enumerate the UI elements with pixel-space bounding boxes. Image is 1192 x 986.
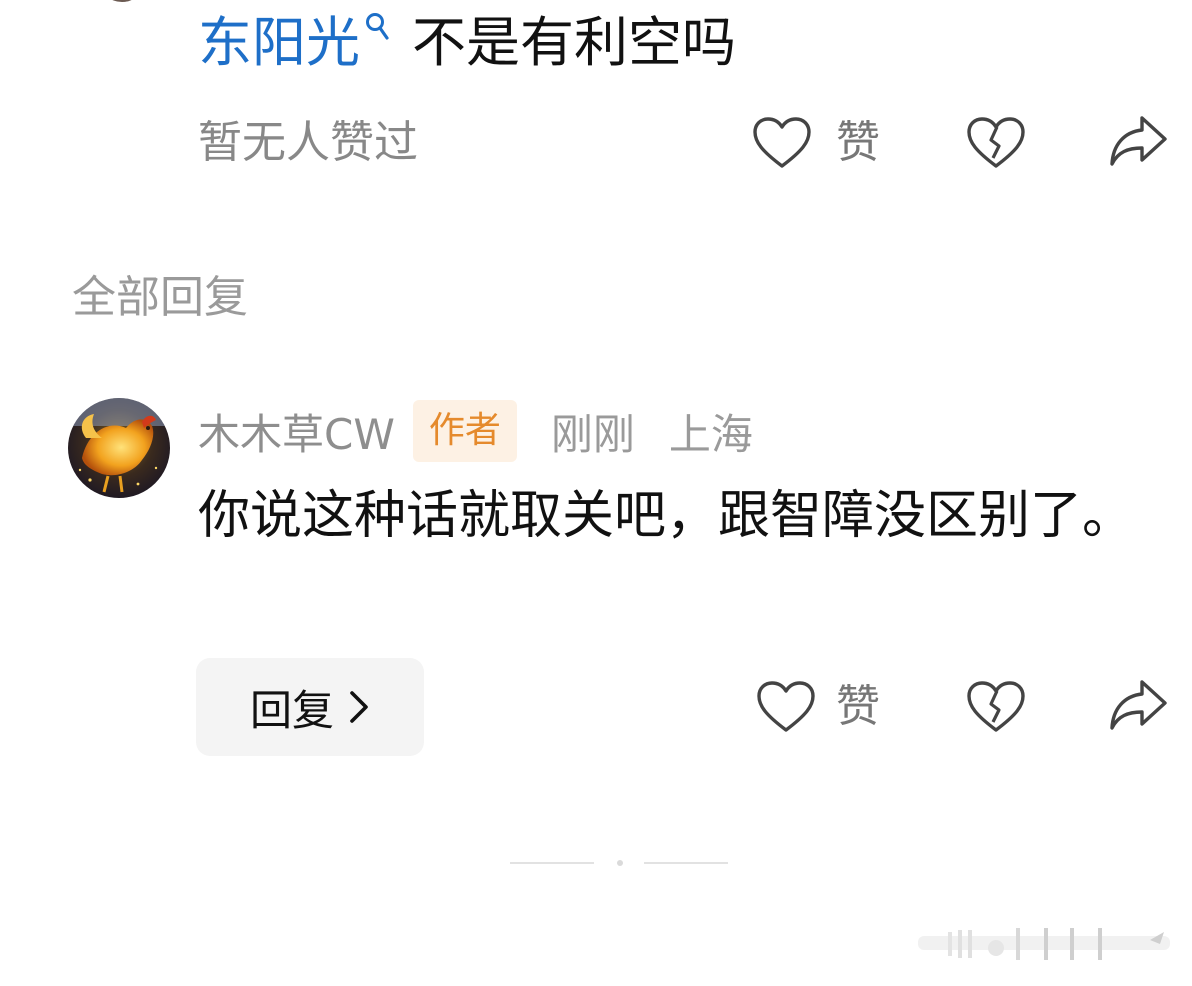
like-label[interactable]: 赞 <box>836 114 880 172</box>
reply-location: 上海 <box>668 409 753 459</box>
share-icon[interactable] <box>1108 678 1168 734</box>
heart-icon[interactable] <box>752 116 812 172</box>
heart-icon[interactable] <box>756 680 816 736</box>
author-badge: 作者 <box>412 400 517 462</box>
watermark <box>918 928 1170 960</box>
topic-link-label: 东阳光 <box>198 11 360 74</box>
like-label[interactable]: 赞 <box>836 678 880 736</box>
reply-button-label: 回复 <box>249 685 334 735</box>
search-icon <box>366 13 389 40</box>
reply-button[interactable]: 回复 <box>196 658 424 756</box>
username[interactable]: 木木草CW <box>198 401 395 462</box>
reply-text: 你说这种话就取关吧，跟智障没区别了。 <box>198 486 1135 546</box>
reply-time: 刚刚 <box>550 409 635 459</box>
avatar[interactable] <box>68 398 170 498</box>
reply-meta: 木木草CW 作者 刚刚 上海 <box>198 400 753 462</box>
previous-avatar-remnant <box>100 0 144 2</box>
end-of-list-indicator <box>510 858 730 868</box>
share-icon[interactable] <box>1108 114 1168 170</box>
broken-heart-icon[interactable] <box>966 116 1026 172</box>
divider-dot <box>617 860 623 866</box>
quoted-comment: 东阳光 不是有利空吗 <box>198 8 736 78</box>
divider-line <box>510 862 594 864</box>
broken-heart-icon[interactable] <box>966 680 1026 736</box>
quoted-comment-text: 不是有利空吗 <box>412 11 736 74</box>
chevron-right-icon <box>350 691 368 723</box>
divider-line <box>644 862 728 864</box>
topic-link[interactable]: 东阳光 <box>198 8 390 78</box>
no-likes-text: 暂无人赞过 <box>198 117 418 168</box>
all-replies-title: 全部回复 <box>72 272 248 323</box>
